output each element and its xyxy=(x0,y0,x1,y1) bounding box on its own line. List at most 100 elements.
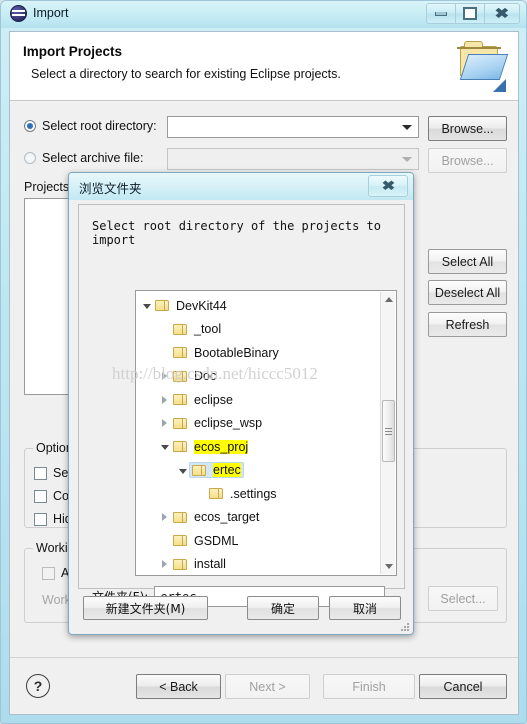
option-search-checkbox[interactable] xyxy=(34,466,47,480)
scrollbar-grip xyxy=(385,426,392,437)
tree-item-label: BootableBinary xyxy=(194,345,279,360)
tree-item-content: _tool xyxy=(173,322,221,336)
folder-icon xyxy=(173,323,189,336)
option-copy-checkbox[interactable] xyxy=(34,489,47,503)
browse-archive-button: Browse... xyxy=(428,148,507,173)
tree-item[interactable]: eclipse xyxy=(140,388,279,412)
tree-item[interactable]: Doc xyxy=(140,365,279,389)
next-button: Next > xyxy=(225,674,310,699)
tree-item-content: install xyxy=(173,557,226,571)
new-folder-button[interactable]: 新建文件夹(M) xyxy=(83,596,208,620)
tree-item[interactable]: BootableBinary xyxy=(140,341,279,365)
resize-grip[interactable] xyxy=(399,621,409,631)
cancel-button-cn[interactable]: 取消 xyxy=(329,596,401,620)
close-icon: ✖ xyxy=(494,5,510,21)
help-icon[interactable]: ? xyxy=(26,674,50,698)
tree-expand-icon[interactable] xyxy=(158,558,171,571)
tree-item-content: .settings xyxy=(209,487,277,501)
finish-button: Finish xyxy=(323,674,415,699)
tree-expand-icon[interactable] xyxy=(158,393,171,406)
cancel-button[interactable]: Cancel xyxy=(419,674,507,699)
close-icon: ✖ xyxy=(381,178,395,193)
tree-item-content: DevKit44 xyxy=(155,299,227,313)
back-button[interactable]: < Back xyxy=(136,674,221,699)
window-title-group: Import xyxy=(10,5,68,22)
archive-file-radio[interactable] xyxy=(24,152,36,164)
tree-item[interactable]: ertec xyxy=(140,459,279,483)
working-sets-select-button: Select... xyxy=(428,586,498,611)
option-hide-checkbox[interactable] xyxy=(34,512,47,526)
directory-tree[interactable]: DevKit44 _tool BootableBinary Doc eclipse ecl… xyxy=(135,290,397,576)
tree-item-content: ecos_proj xyxy=(173,439,249,454)
tree-collapse-icon[interactable] xyxy=(158,440,171,453)
root-directory-combo[interactable] xyxy=(167,116,419,138)
tree-scrollbar[interactable] xyxy=(380,292,395,574)
scroll-up-icon[interactable] xyxy=(381,292,396,307)
tree-item[interactable]: ecos_target xyxy=(140,506,279,530)
archive-file-label: Select archive file: xyxy=(42,151,144,165)
tree-item[interactable]: GSDML xyxy=(140,529,279,553)
tree-item[interactable]: eclipse_wsp xyxy=(140,412,279,436)
tree-item-label: .settings xyxy=(230,486,277,501)
close-button[interactable]: ✖ xyxy=(484,3,520,24)
tree-item[interactable]: DevKit44 xyxy=(140,294,279,318)
window-controls: ✖ xyxy=(426,3,520,24)
scrollbar-thumb[interactable] xyxy=(382,400,395,462)
folder-icon xyxy=(192,464,208,477)
deselect-all-button[interactable]: Deselect All xyxy=(428,280,507,305)
tree-items: DevKit44 _tool BootableBinary Doc eclipse ecl… xyxy=(140,294,279,576)
open-folder-icon xyxy=(450,38,509,92)
add-to-working-sets-checkbox[interactable] xyxy=(42,566,55,580)
minimize-button[interactable] xyxy=(426,3,455,24)
browse-dialog-close-button[interactable]: ✖ xyxy=(368,175,408,197)
scroll-down-icon[interactable] xyxy=(381,559,396,574)
browse-root-button[interactable]: Browse... xyxy=(428,116,507,141)
tree-item-label: eclipse xyxy=(194,392,233,407)
tree-item-content: BootableBinary xyxy=(173,346,279,360)
tree-item[interactable]: ecos_proj xyxy=(140,435,279,459)
maximize-button[interactable] xyxy=(455,3,484,24)
folder-icon xyxy=(173,558,189,571)
folder-icon xyxy=(173,346,189,359)
tree-expand-icon[interactable] xyxy=(158,370,171,383)
root-directory-label: Select root directory: xyxy=(42,119,157,133)
tree-item-label: eclipse_wsp xyxy=(194,416,263,431)
root-directory-radio-row[interactable]: Select root directory: xyxy=(24,119,157,133)
page-subtitle: Select a directory to search for existin… xyxy=(31,67,341,81)
tree-expand-icon[interactable] xyxy=(158,511,171,524)
browse-dialog-titlebar: 浏览文件夹 ✖ xyxy=(69,173,413,200)
tree-expand-icon[interactable] xyxy=(158,417,171,430)
folder-icon xyxy=(155,299,171,312)
tree-item-content: ecos_target xyxy=(173,510,259,524)
select-all-button[interactable]: Select All xyxy=(428,249,507,274)
tree-item-label: Doc xyxy=(194,369,217,384)
tree-collapse-icon[interactable] xyxy=(176,464,189,477)
folder-icon xyxy=(173,393,189,406)
tree-item-label: _tool xyxy=(194,322,222,337)
ok-button[interactable]: 确定 xyxy=(247,596,319,620)
refresh-button[interactable]: Refresh xyxy=(428,312,507,337)
tree-item-label: ecos_target xyxy=(194,510,260,525)
tree-item[interactable]: _tool xyxy=(140,318,279,342)
tree-collapse-icon[interactable] xyxy=(140,299,153,312)
folder-icon xyxy=(173,370,189,383)
window-title: Import xyxy=(33,6,69,20)
browse-folder-dialog: 浏览文件夹 ✖ Select root directory of the pro… xyxy=(68,172,414,635)
folder-icon xyxy=(173,534,189,547)
chevron-down-icon xyxy=(402,157,412,162)
window-titlebar: Import ✖ xyxy=(1,1,526,28)
tree-item[interactable]: .settings xyxy=(140,482,279,506)
folder-icon xyxy=(173,417,189,430)
tree-item-label: ecos_proj xyxy=(194,439,249,454)
chevron-down-icon xyxy=(402,125,412,130)
page-title: Import Projects xyxy=(23,44,123,59)
root-directory-radio[interactable] xyxy=(24,120,36,132)
tree-item-label: ertec xyxy=(213,463,241,478)
archive-file-radio-row[interactable]: Select archive file: xyxy=(24,151,143,165)
dialog-banner: Import Projects Select a directory to se… xyxy=(10,32,518,101)
tree-item[interactable]: install xyxy=(140,553,279,576)
tree-item-content: Doc xyxy=(173,369,216,383)
